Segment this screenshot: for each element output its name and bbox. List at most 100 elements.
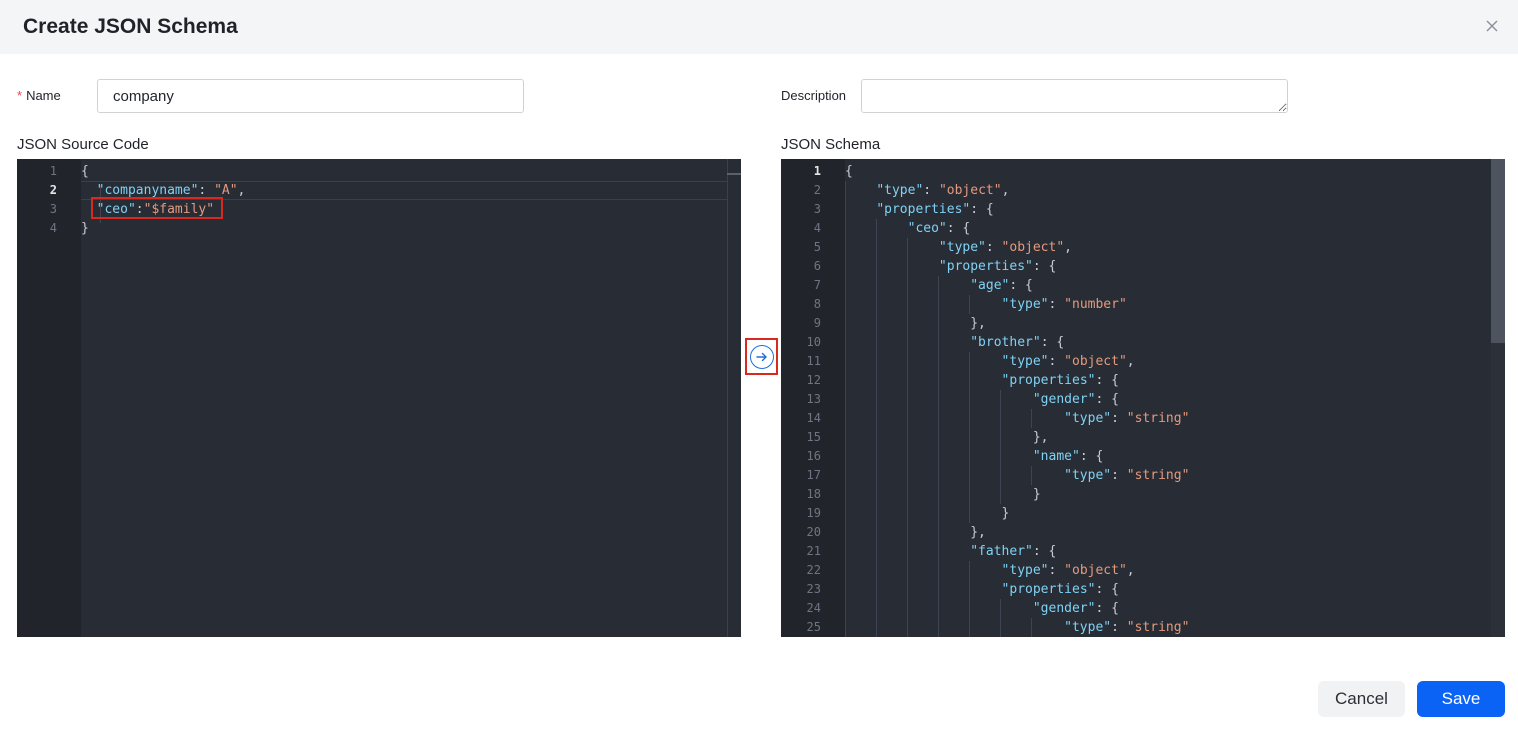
json-punct: { [81, 164, 89, 179]
json-key: "properties" [876, 202, 971, 217]
line-number: 3 [49, 202, 57, 216]
json-schema-editor[interactable]: 1{2 "type": "object", 3 "properties": {4 … [781, 159, 1505, 637]
code-text: "type": "object", [845, 561, 1135, 580]
code-line: 2 "type": "object", [781, 181, 1505, 200]
code-text: "brother": { [845, 333, 1064, 352]
json-punct: : [1111, 468, 1127, 483]
json-key: "ceo" [907, 221, 947, 236]
code-line: 7 "age": { [781, 276, 1505, 295]
line-number: 17 [806, 468, 821, 482]
json-schema-label: JSON Schema [781, 136, 881, 153]
dialog-title: Create JSON Schema [23, 15, 238, 38]
json-key: "age" [970, 278, 1010, 293]
code-line: 10 "brother": { [781, 333, 1505, 352]
code-line: 8 "type": "number" [781, 295, 1505, 314]
json-punct: : { [970, 202, 994, 217]
json-string: "number" [1064, 297, 1127, 312]
line-number: 20 [806, 525, 821, 539]
code-line: 25 "type": "string" [781, 618, 1505, 637]
code-text: "type": "object", [845, 238, 1072, 257]
code-line: 13 "gender": { [781, 390, 1505, 409]
code-line: 20 }, [781, 523, 1505, 542]
indent-guide [969, 352, 970, 523]
line-number: 22 [806, 563, 821, 577]
code-line: 22 "type": "object", [781, 561, 1505, 580]
json-key: "type" [1064, 468, 1112, 483]
line-number: 18 [806, 487, 821, 501]
save-button[interactable]: Save [1417, 681, 1505, 717]
create-json-schema-dialog: Create JSON Schema *Name Description JSO… [0, 0, 1518, 729]
code-line: 1{ [781, 162, 1505, 181]
json-punct: : { [1032, 259, 1057, 274]
description-label: Description [781, 88, 847, 103]
json-punct: } [845, 487, 1041, 502]
cancel-button[interactable]: Cancel [1318, 681, 1405, 717]
code-line: 3 "properties": { [781, 200, 1505, 219]
code-line: 24 "gender": { [781, 599, 1505, 618]
json-key: "brother" [970, 335, 1041, 350]
json-key: "type" [1001, 297, 1049, 312]
schema-scroll-thumb[interactable] [1491, 159, 1505, 343]
json-punct [845, 297, 1002, 312]
json-string: "object" [1001, 240, 1065, 255]
line-number: 13 [806, 392, 821, 406]
arrow-right-circle-icon [749, 344, 774, 369]
json-key: "properties" [1001, 582, 1096, 597]
line-number: 4 [813, 221, 821, 235]
code-text: } [845, 485, 1041, 504]
indent-guide [969, 561, 970, 637]
json-key: "gender" [1032, 601, 1096, 616]
code-text: "type": "object", [845, 181, 1009, 200]
source-vertical-scrollbar[interactable] [727, 159, 741, 637]
line-number: 8 [813, 297, 821, 311]
json-punct: : { [1095, 582, 1119, 597]
json-string: "string" [1126, 411, 1190, 426]
code-line: 19 } [781, 504, 1505, 523]
json-punct: : [1048, 563, 1065, 578]
json-punct: } [845, 506, 1010, 521]
code-line: 21 "father": { [781, 542, 1505, 561]
name-label: * Name [17, 88, 61, 103]
json-punct: , [1126, 354, 1135, 369]
code-line: 12 "properties": { [781, 371, 1505, 390]
line-number: 25 [806, 620, 821, 634]
line-number: 23 [806, 582, 821, 596]
schema-vertical-scrollbar[interactable] [1491, 159, 1505, 637]
json-punct: : [923, 183, 939, 198]
line-number: 2 [813, 183, 821, 197]
json-key: "type" [1001, 354, 1049, 369]
indent-guide [1031, 409, 1032, 428]
code-line: 23 "properties": { [781, 580, 1505, 599]
convert-button[interactable] [745, 338, 778, 375]
json-key: "type" [1001, 563, 1049, 578]
json-key: "type" [1064, 620, 1112, 635]
json-punct [845, 563, 1002, 578]
json-schema-lines: 1{2 "type": "object", 3 "properties": {4 … [781, 162, 1505, 637]
code-line: 9 }, [781, 314, 1505, 333]
indent-guide [1000, 390, 1001, 504]
name-input[interactable] [97, 79, 524, 113]
json-key: "properties" [1001, 373, 1096, 388]
close-icon[interactable] [1482, 17, 1502, 37]
json-punct: : { [1095, 601, 1119, 616]
code-line: 4 "ceo": { [781, 219, 1505, 238]
code-line: 4} [17, 219, 741, 238]
line-number: 15 [806, 430, 821, 444]
code-line: 1{ [17, 162, 741, 181]
line-number: 2 [49, 183, 57, 197]
line-number: 14 [806, 411, 821, 425]
description-textarea[interactable] [861, 79, 1288, 113]
indent-guide [1031, 618, 1032, 637]
code-text: "type": "string" [845, 466, 1189, 485]
code-text: "properties": { [845, 371, 1119, 390]
json-key: "type" [876, 183, 924, 198]
code-text: "gender": { [845, 599, 1119, 618]
code-text: } [845, 504, 1010, 523]
source-scroll-thumb[interactable] [727, 173, 741, 175]
code-text: }, [845, 523, 986, 542]
code-line: 11 "type": "object", [781, 352, 1505, 371]
source-code-editor[interactable]: 1{2 "companyname": "A", 3 "ceo":"$family"… [17, 159, 741, 637]
code-text: "properties": { [845, 580, 1119, 599]
json-punct: : { [1040, 335, 1065, 350]
code-text: }, [845, 314, 986, 333]
